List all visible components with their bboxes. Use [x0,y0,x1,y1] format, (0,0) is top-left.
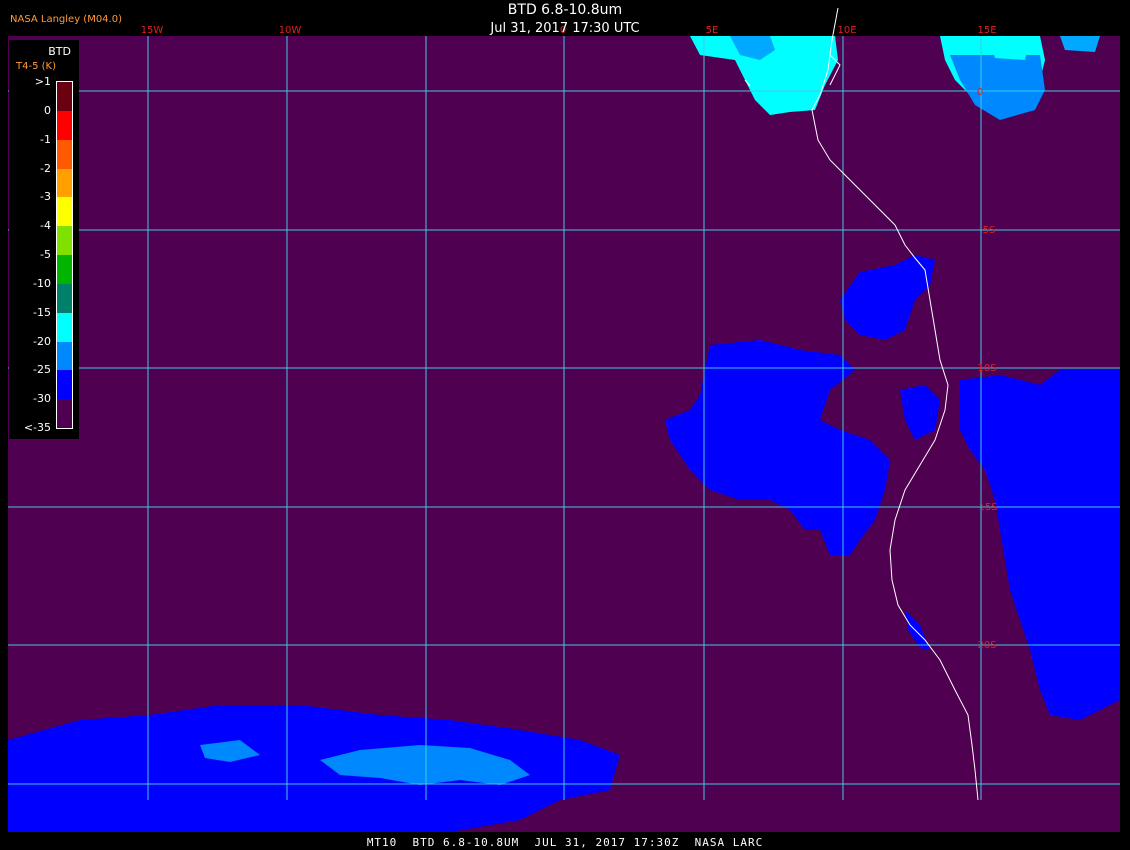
legend-color-bar [56,81,73,429]
lat-label-20s: 20S [977,640,996,651]
product-title: BTD 6.8-10.8um [507,2,623,18]
legend-tick-label: -1 [40,132,51,146]
legend-swatch [57,283,72,314]
legend-tick-label: -20 [33,334,51,348]
datetime-label: Jul 31, 2017 17:30 UTC [490,21,640,36]
legend-tick-label: >1 [34,75,51,88]
lat-label-north-0: 0 [977,87,983,98]
lat-label-5s: 5S [983,225,996,236]
legend-tick-label: <-35 [23,421,51,434]
color-legend: BTD T4-5 (K) >1 0 -1 -2 -3 -4 -5 -10 -15 -20 -25 -3… [9,40,79,439]
legend-swatch [57,255,72,285]
legend-swatch [57,197,72,227]
legend-tick-label: -2 [40,161,51,175]
legend-swatch [57,341,72,371]
satellite-map: 15W 10W 0 5E 10E 15E 0 5S 10S 15S 20S [8,7,1120,832]
footer-caption: MT10 BTD 6.8-10.8UM JUL 31, 2017 17:30Z … [366,836,764,849]
lat-label-15s: 15S [978,502,997,513]
legend-swatch [57,110,72,141]
legend-swatch [57,168,72,198]
legend-tick-label: -3 [40,190,51,204]
legend-tick-label: 0 [44,103,51,117]
legend-swatch [57,82,72,112]
legend-swatch [57,139,72,169]
legend-swatch [57,370,72,400]
legend-swatch [57,399,72,429]
legend-title: BTD [48,45,71,58]
lat-label-10s: 10S [977,363,996,374]
legend-swatch [57,226,72,256]
legend-tick-label: -10 [33,276,51,290]
legend-tick-label: -25 [33,363,51,377]
legend-subtitle: T4-5 (K) [16,61,56,72]
legend-tick-label: -5 [40,248,51,261]
satellite-image-viewer: 15W 10W 0 5E 10E 15E 0 5S 10S 15S 20S NA… [0,0,1130,850]
legend-swatch [57,312,72,342]
legend-tick-label: -4 [40,219,51,233]
legend-tick-label: -30 [33,392,51,406]
legend-tick-label: -15 [33,305,51,319]
